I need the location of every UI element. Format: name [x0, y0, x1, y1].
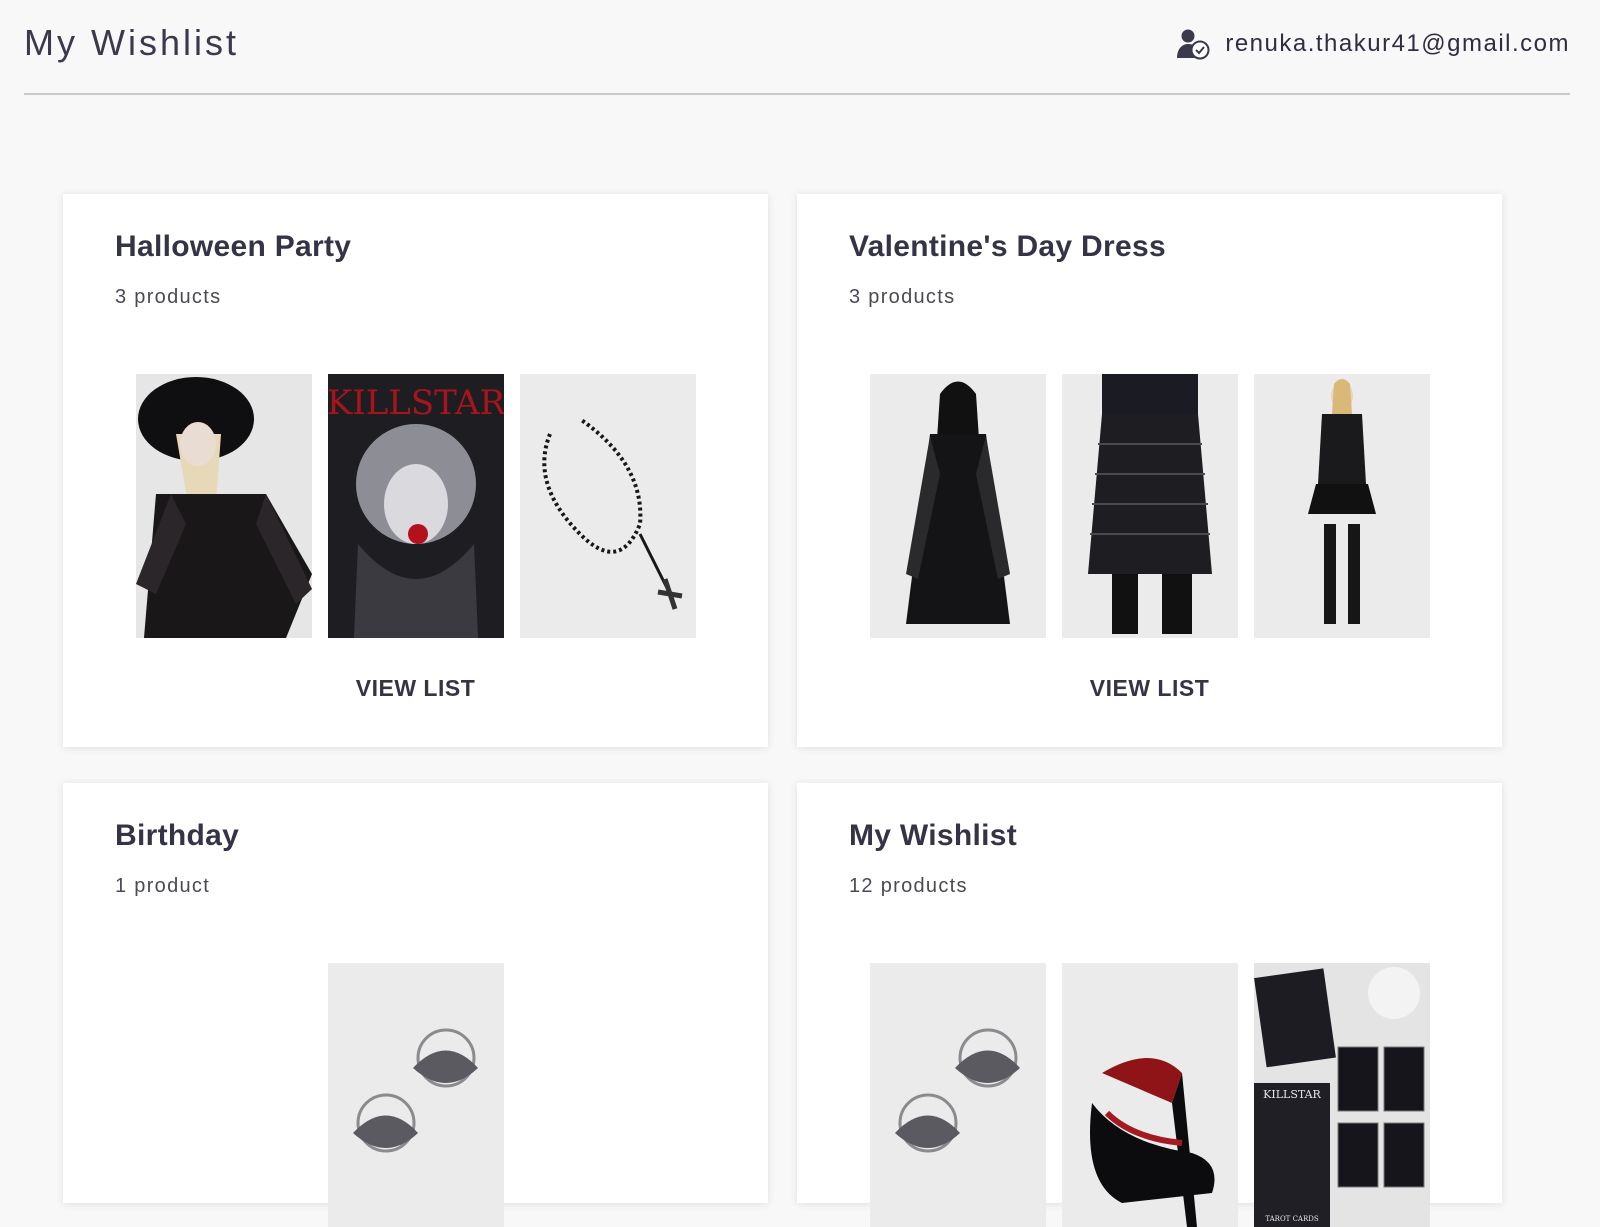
view-list-link[interactable]: VIEW LIST — [63, 675, 768, 702]
product-thumbnail[interactable]: KILLSTAR TAROT CARDS — [1253, 963, 1430, 1227]
wishlist-card: Birthday 1 product — [63, 783, 768, 1227]
view-list-link[interactable]: VIEW LIST — [797, 675, 1502, 702]
user-verified-icon[interactable] — [1175, 26, 1211, 62]
account-email[interactable]: renuka.thakur41@gmail.com — [1225, 30, 1570, 58]
product-thumbnail[interactable] — [1253, 374, 1430, 638]
wishlist-title: Birthday — [115, 819, 240, 852]
tarot-cards-image: KILLSTAR TAROT CARDS — [1253, 963, 1430, 1227]
page-header: My Wishlist renuka.thakur41@gmail.com — [24, 0, 1570, 95]
wishlist-product-count: 3 products — [115, 286, 222, 308]
product-thumbnail[interactable] — [1061, 963, 1238, 1227]
graphic-tee-image: KILLSTAR — [327, 374, 504, 638]
witch-outfit-image — [135, 374, 312, 638]
wishlist-title: My Wishlist — [849, 819, 1018, 852]
page-title: My Wishlist — [24, 22, 239, 63]
wishlist-product-count: 12 products — [849, 875, 968, 897]
product-thumbnail[interactable] — [327, 963, 504, 1227]
bat-heels-image — [1061, 963, 1238, 1227]
product-thumbnails — [797, 374, 1502, 638]
wishlist-card: My Wishlist 12 products KILLSTAR TAROT C… — [797, 783, 1502, 1227]
wishlist-product-count: 3 products — [849, 286, 956, 308]
tarot-caption-text: TAROT CARDS — [1265, 1215, 1319, 1223]
product-thumbnail[interactable] — [1061, 374, 1238, 638]
product-thumbnail[interactable] — [869, 374, 1046, 638]
product-thumbnails: KILLSTAR — [63, 374, 768, 638]
wishlist-product-count: 1 product — [115, 875, 211, 897]
product-thumbnail[interactable] — [135, 374, 312, 638]
product-thumbnail[interactable] — [519, 374, 696, 638]
product-thumbnails — [63, 963, 768, 1227]
wishlist-card: Halloween Party 3 products KILLSTAR VIEW… — [63, 194, 768, 747]
moth-earrings-image — [869, 963, 1046, 1227]
svg-text:KILLSTAR: KILLSTAR — [328, 383, 504, 423]
wishlist-card: Valentine's Day Dress 3 products VIEW LI… — [797, 194, 1502, 747]
moth-earrings-image — [327, 963, 504, 1227]
account-area[interactable]: renuka.thakur41@gmail.com — [1175, 26, 1570, 62]
wishlist-title: Valentine's Day Dress — [849, 230, 1166, 263]
black-dress-image — [869, 374, 1046, 638]
cross-necklace-image — [519, 374, 696, 638]
lace-outfit-image — [1253, 374, 1430, 638]
tarot-brand-text: KILLSTAR — [1263, 1088, 1321, 1101]
product-thumbnail[interactable]: KILLSTAR — [327, 374, 504, 638]
product-thumbnail[interactable] — [869, 963, 1046, 1227]
product-thumbnails: KILLSTAR TAROT CARDS — [797, 963, 1502, 1227]
ruffle-skirt-image — [1061, 374, 1238, 638]
wishlist-title: Halloween Party — [115, 230, 352, 263]
